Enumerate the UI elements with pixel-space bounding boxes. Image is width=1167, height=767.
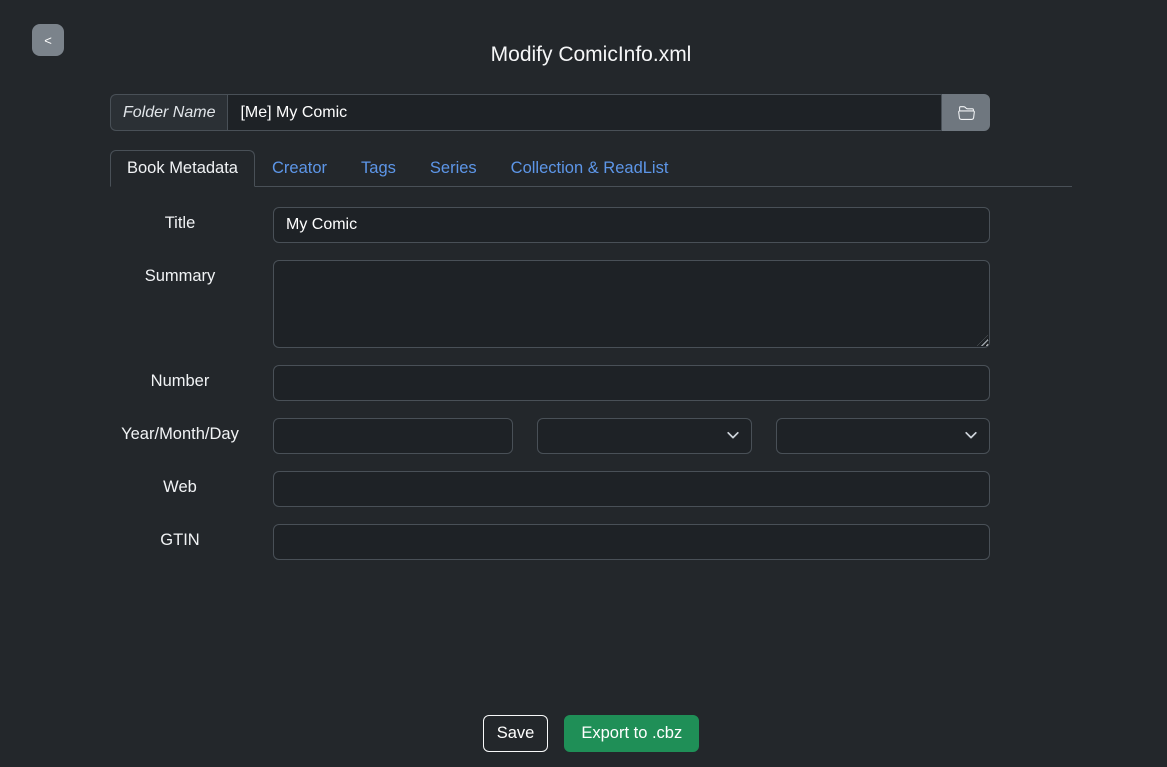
web-input[interactable]	[273, 471, 990, 507]
gtin-row: GTIN	[110, 524, 990, 560]
year-month-day-label: Year/Month/Day	[121, 425, 239, 443]
folder-name-input[interactable]	[227, 94, 942, 131]
folder-browse-button[interactable]	[942, 94, 990, 131]
number-label: Number	[150, 372, 210, 390]
tab-series[interactable]: Series	[413, 150, 494, 187]
title-label: Title	[164, 214, 196, 232]
title-input[interactable]	[273, 207, 990, 243]
back-button[interactable]: <	[32, 24, 64, 56]
export-cbz-button[interactable]: Export to .cbz	[564, 715, 700, 752]
folder-name-group: Folder Name	[110, 94, 990, 131]
title-row: Title	[110, 207, 990, 243]
book-metadata-form: Title Summary Number Year/Month/Day	[110, 207, 990, 560]
folder-name-label: Folder Name	[110, 94, 228, 131]
gtin-label: GTIN	[160, 531, 200, 549]
tab-collection-readlist[interactable]: Collection & ReadList	[494, 150, 686, 187]
page-title: Modify ComicInfo.xml	[490, 43, 692, 66]
chevron-left-icon: <	[44, 32, 52, 48]
gtin-input[interactable]	[273, 524, 990, 560]
main-container: Modify ComicInfo.xml Folder Name Book Me…	[110, 0, 1072, 752]
action-bar: Save Export to .cbz	[110, 715, 1072, 752]
summary-row: Summary	[110, 260, 990, 348]
year-input[interactable]	[273, 418, 514, 454]
summary-textarea[interactable]	[273, 260, 990, 348]
save-button[interactable]: Save	[482, 715, 549, 752]
web-label: Web	[163, 478, 197, 496]
tab-book-metadata[interactable]: Book Metadata	[110, 150, 255, 187]
month-select[interactable]	[537, 418, 752, 454]
date-row: Year/Month/Day	[110, 418, 990, 454]
web-row: Web	[110, 471, 990, 507]
tab-creator[interactable]: Creator	[255, 150, 344, 187]
number-input[interactable]	[273, 365, 990, 401]
tab-tags[interactable]: Tags	[344, 150, 413, 187]
tab-bar: Book Metadata Creator Tags Series Collec…	[110, 150, 1072, 187]
folder-open-icon	[957, 104, 975, 121]
day-select[interactable]	[775, 418, 990, 454]
number-row: Number	[110, 365, 990, 401]
summary-label: Summary	[144, 267, 216, 285]
